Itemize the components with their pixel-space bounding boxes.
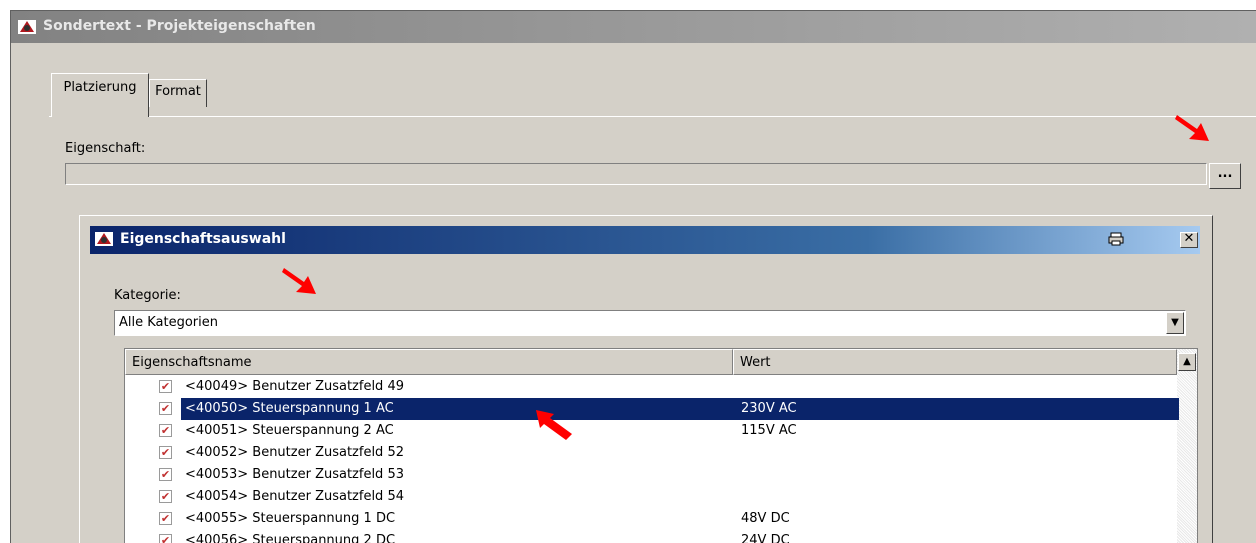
outer-window: Sondertext - Projekteigenschaften Format…	[10, 10, 1256, 543]
window-title: Sondertext - Projekteigenschaften	[43, 18, 316, 34]
checkbox[interactable]: ✔	[159, 446, 172, 459]
column-header-value-label: Wert	[740, 355, 771, 370]
row-value: 230V AC	[741, 401, 797, 416]
dialog-titlebar[interactable]: Eigenschaftsauswahl ✕	[90, 226, 1200, 254]
browse-button[interactable]: ...	[1209, 163, 1241, 189]
tab-platzierung[interactable]: Platzierung	[51, 73, 149, 117]
row-name: <40052> Benutzer Zusatzfeld 52	[185, 445, 404, 460]
table-row[interactable]: ✔ <40053> Benutzer Zusatzfeld 53	[125, 464, 1179, 486]
checkbox[interactable]: ✔	[159, 402, 172, 415]
print-icon[interactable]	[1108, 232, 1124, 246]
dialog-title: Eigenschaftsauswahl	[120, 231, 286, 247]
row-name: <40053> Benutzer Zusatzfeld 53	[185, 467, 404, 482]
checkbox[interactable]: ✔	[159, 468, 172, 481]
row-name: <40051> Steuerspannung 2 AC	[185, 423, 394, 438]
table-row[interactable]: ✔ <40049> Benutzer Zusatzfeld 49	[125, 376, 1179, 398]
app-logo-icon	[18, 20, 36, 34]
table-row[interactable]: ✔ <40052> Benutzer Zusatzfeld 52	[125, 442, 1179, 464]
table-row-selected[interactable]: ✔ <40050> Steuerspannung 1 AC 230V AC	[125, 398, 1179, 420]
row-name: <40054> Benutzer Zusatzfeld 54	[185, 489, 404, 504]
column-header-value[interactable]: Wert	[733, 349, 1177, 375]
row-name: <40056> Steuerspannung 2 DC	[185, 533, 396, 543]
tab-format[interactable]: Format	[149, 79, 207, 107]
checkbox[interactable]: ✔	[159, 490, 172, 503]
close-icon: ✕	[1183, 231, 1195, 246]
table-row[interactable]: ✔ <40051> Steuerspannung 2 AC 115V AC	[125, 420, 1179, 442]
checkbox[interactable]: ✔	[159, 424, 172, 437]
red-arrow-icon	[282, 268, 316, 294]
table-row[interactable]: ✔ <40056> Steuerspannung 2 DC 24V DC	[125, 530, 1179, 543]
tab-platzierung-label: Platzierung	[63, 80, 137, 95]
chevron-down-icon[interactable]: ▼	[1166, 312, 1184, 334]
table-row[interactable]: ✔ <40055> Steuerspannung 1 DC 48V DC	[125, 508, 1179, 530]
list-rows: ✔ <40049> Benutzer Zusatzfeld 49 ✔ <4005…	[125, 376, 1179, 543]
red-arrow-icon	[1175, 115, 1209, 141]
row-name: <40055> Steuerspannung 1 DC	[185, 511, 396, 526]
checkbox[interactable]: ✔	[159, 380, 172, 393]
checkbox[interactable]: ✔	[159, 512, 172, 525]
property-label: Eigenschaft:	[65, 141, 146, 156]
category-label: Kategorie:	[114, 288, 181, 303]
checkbox[interactable]: ✔	[159, 534, 172, 543]
row-name: <40049> Benutzer Zusatzfeld 49	[185, 379, 404, 394]
row-value: 24V DC	[741, 533, 790, 543]
row-value: 115V AC	[741, 423, 797, 438]
column-header-name[interactable]: Eigenschaftsname	[125, 349, 733, 375]
row-value: 48V DC	[741, 511, 790, 526]
list-header: Eigenschaftsname Wert	[125, 349, 1177, 375]
category-select[interactable]: Alle Kategorien ▼	[114, 310, 1186, 336]
property-selection-dialog: Eigenschaftsauswahl ✕ Kategorie: Alle Ka…	[79, 215, 1213, 543]
property-field[interactable]	[65, 163, 1207, 185]
column-header-name-label: Eigenschaftsname	[132, 355, 252, 370]
row-name: <40050> Steuerspannung 1 AC	[185, 401, 394, 416]
outer-titlebar[interactable]: Sondertext - Projekteigenschaften	[11, 11, 1256, 43]
close-button[interactable]: ✕	[1180, 232, 1198, 248]
tab-panel-border	[49, 116, 1256, 117]
property-list[interactable]: Eigenschaftsname Wert ▲ ✔ <40049> Benutz…	[124, 348, 1198, 543]
tab-format-label: Format	[155, 84, 201, 99]
app-logo-icon	[95, 232, 113, 246]
table-row[interactable]: ✔ <40054> Benutzer Zusatzfeld 54	[125, 486, 1179, 508]
browse-button-label: ...	[1217, 166, 1233, 181]
scroll-up-icon[interactable]: ▲	[1178, 353, 1196, 371]
red-arrow-icon	[536, 410, 572, 440]
vertical-scrollbar[interactable]: ▲	[1177, 349, 1197, 543]
category-value: Alle Kategorien	[119, 315, 219, 330]
